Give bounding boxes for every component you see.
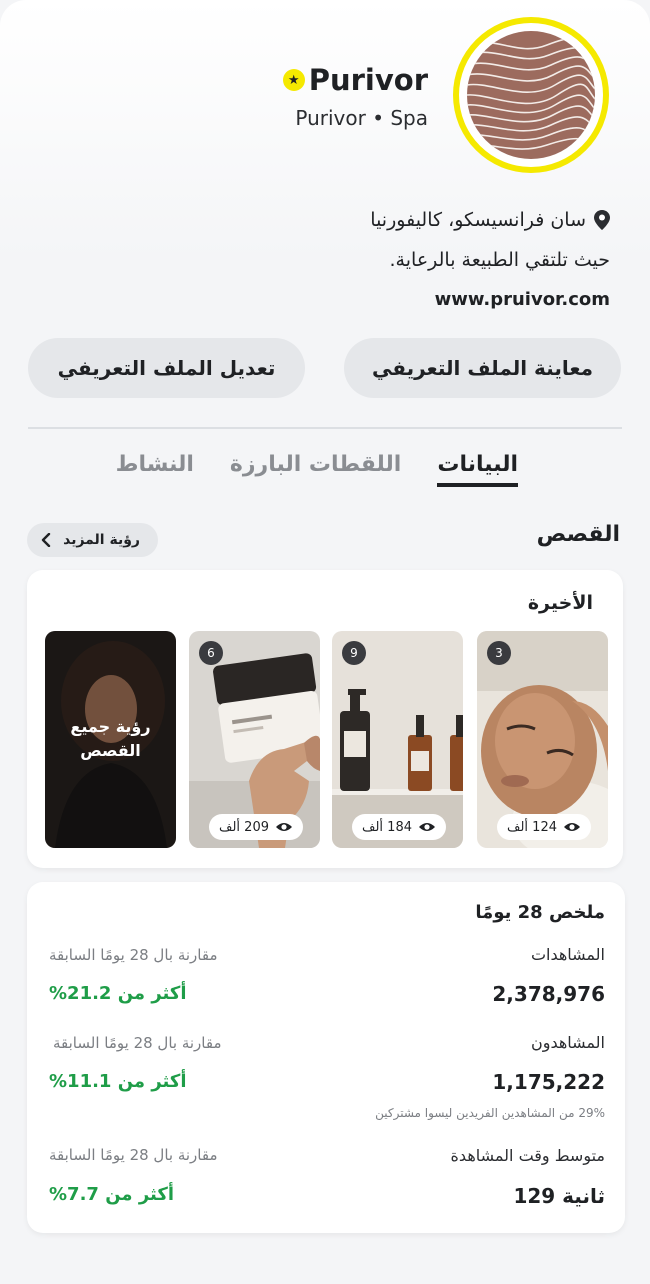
views-label: المشاهدات: [530, 945, 605, 964]
story-thumbnail[interactable]: 9 184 ألف: [332, 631, 463, 848]
tab-insights[interactable]: البيانات: [437, 452, 518, 487]
profile-name: Purivor: [308, 63, 428, 97]
viewers-label: المشاهدون: [530, 1033, 605, 1052]
story-count: 9: [342, 641, 366, 665]
see-all-stories-tile[interactable]: رؤية جميع القصص: [45, 631, 176, 848]
viewers-value: 1,175,222: [492, 1070, 605, 1094]
summary-title: ملخص 28 يومًا: [475, 902, 605, 923]
story-views-count: 124 ألف: [507, 819, 557, 835]
profile-category: Purivor • Spa: [295, 106, 428, 130]
preview-profile-button[interactable]: معاينة الملف التعريفي: [344, 338, 621, 398]
verified-star-icon: ★: [282, 69, 305, 91]
story-views: 124 ألف: [497, 814, 591, 840]
story-views-count: 209 ألف: [219, 819, 269, 835]
story-thumbnail[interactable]: 3 124 ألف: [477, 631, 608, 848]
story-views-count: 184 ألف: [362, 819, 412, 835]
eye-icon: [419, 823, 435, 831]
tab-activity[interactable]: النشاط: [116, 452, 194, 487]
viewers-note: 29% من المشاهدين الفريدين ليسوا مشتركين: [375, 1106, 605, 1120]
chevron-left-icon: [41, 533, 51, 547]
bio: سان فرانسيسكو، كاليفورنيا حيث تلتقي الطب…: [50, 200, 610, 320]
stories-section-title: القصص: [536, 522, 620, 547]
story-views: 184 ألف: [352, 814, 446, 840]
see-more-label: رؤية المزيد: [63, 532, 140, 548]
story-count: 3: [487, 641, 511, 665]
story-views: 209 ألف: [209, 814, 303, 840]
website-link[interactable]: www.pruivor.com: [50, 280, 610, 320]
bio-text: حيث تلتقي الطبيعة بالرعاية.: [389, 249, 610, 271]
recent-title: الأخيرة: [527, 592, 593, 614]
eye-icon: [564, 823, 580, 831]
profile-screen: ★ Purivor Purivor • Spa سان فرانسيسكو، ك…: [0, 0, 650, 1284]
summary-card: ملخص 28 يومًا المشاهدات مقارنة بال 28 يو…: [27, 882, 625, 1233]
views-change: أكثر من 21.2%: [49, 983, 187, 1004]
brand-logo: [467, 31, 595, 159]
watch-time-value: 129 ثانية: [513, 1184, 605, 1208]
recent-stories-card: الأخيرة 3 124 ألف 9 184 ألف 6 209 ألف رؤ…: [27, 570, 623, 868]
watch-time-change: أكثر من 7.7%: [49, 1184, 174, 1205]
avatar[interactable]: [453, 17, 609, 173]
edit-profile-button[interactable]: تعديل الملف التعريفي: [28, 338, 305, 398]
views-value: 2,378,976: [492, 982, 605, 1006]
profile-tabs: البيانات اللقطات البارزة النشاط: [116, 452, 518, 487]
watch-time-compare-label: مقارنة بال 28 يومًا السابقة: [49, 1146, 218, 1164]
watch-time-label: متوسط وقت المشاهدة: [450, 1146, 605, 1165]
location-pin-icon: [594, 210, 610, 230]
see-all-stories-label: رؤية جميع القصص: [70, 717, 151, 760]
location-text: سان فرانسيسكو، كاليفورنيا: [370, 209, 586, 231]
viewers-change: أكثر من 11.1%: [49, 1071, 187, 1092]
divider: [28, 427, 622, 429]
views-compare-label: مقارنة بال 28 يومًا السابقة: [49, 946, 218, 964]
see-more-button[interactable]: رؤية المزيد: [27, 523, 158, 557]
viewers-compare-label: مقارنة بال 28 يومًا السابقة: [53, 1034, 222, 1052]
eye-icon: [276, 823, 292, 831]
story-thumbnail[interactable]: 6 209 ألف: [189, 631, 320, 848]
tab-highlights[interactable]: اللقطات البارزة: [230, 452, 401, 487]
story-count: 6: [199, 641, 223, 665]
